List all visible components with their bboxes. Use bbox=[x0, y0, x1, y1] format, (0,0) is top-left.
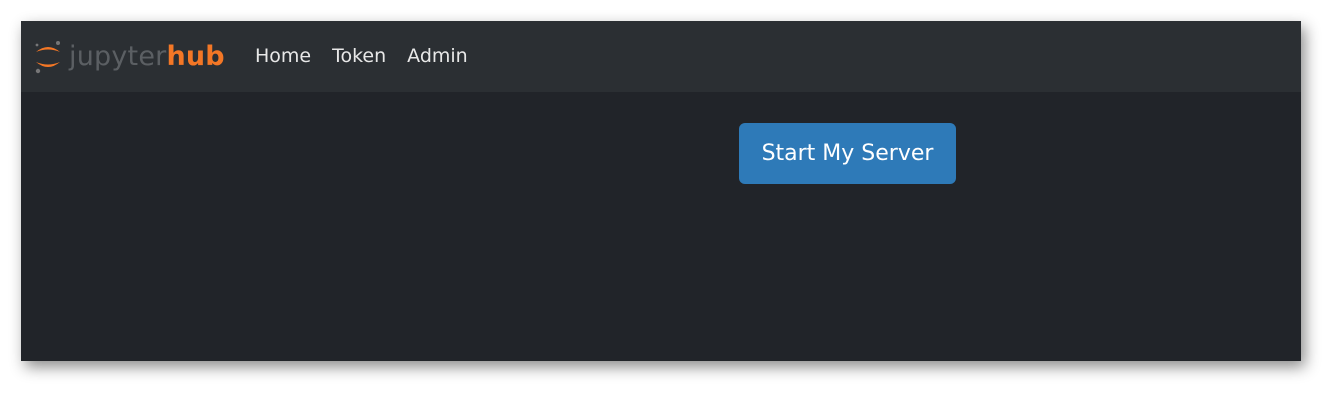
navbar: jupyterhub Home Token Admin bbox=[21, 21, 1301, 92]
jupyter-logo-icon bbox=[35, 41, 60, 74]
nav-links: Home Token Admin bbox=[255, 43, 489, 69]
nav-link-token[interactable]: Token bbox=[332, 43, 386, 69]
nav-link-home[interactable]: Home bbox=[255, 43, 311, 69]
brand-text-hub: hub bbox=[166, 41, 225, 72]
app-window: jupyterhub Home Token Admin Start My Ser… bbox=[21, 21, 1301, 361]
start-my-server-button[interactable]: Start My Server bbox=[739, 123, 956, 184]
brand-wordmark: jupyterhub bbox=[69, 39, 225, 75]
nav-link-admin[interactable]: Admin bbox=[407, 43, 468, 69]
brand-text-jupyter: jupyter bbox=[69, 41, 167, 72]
brand-logo[interactable]: jupyterhub bbox=[33, 37, 225, 77]
